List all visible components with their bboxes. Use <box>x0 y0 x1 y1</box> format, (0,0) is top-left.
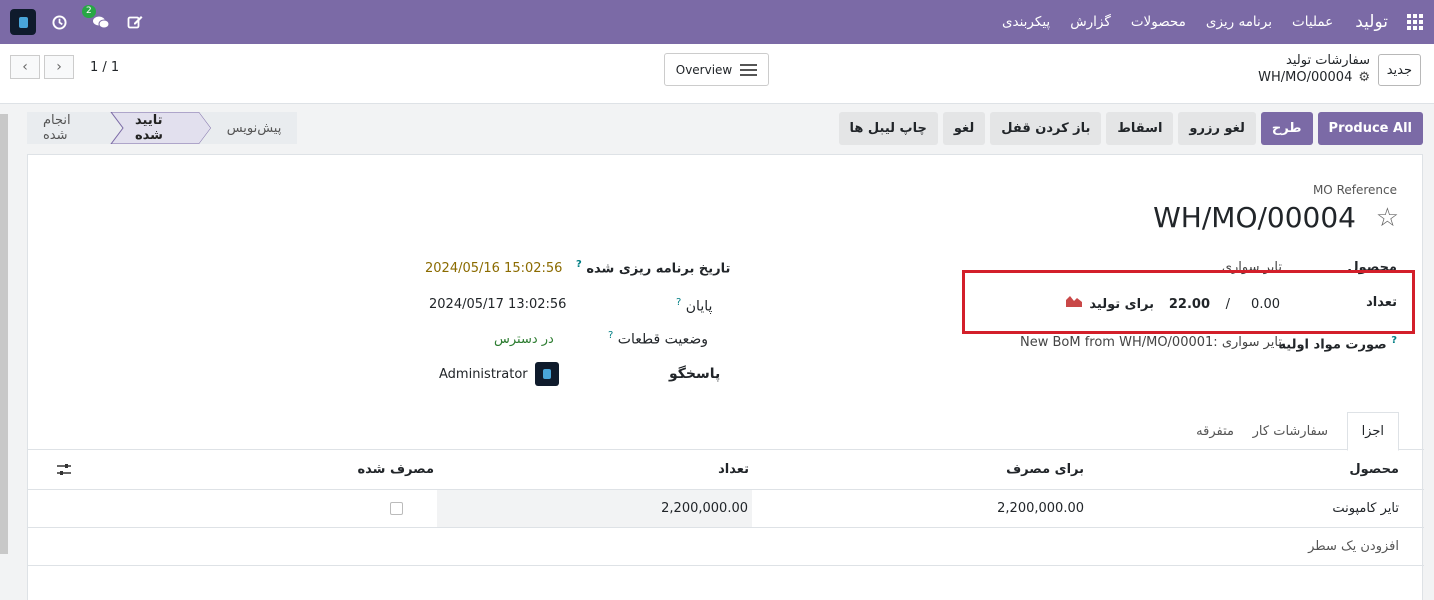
pager-previous-button[interactable]: ‹ <box>10 55 40 79</box>
notebook-tabs: اجزا سفارشات کار متفرقه <box>28 410 1424 451</box>
app-brand[interactable]: تولید <box>1343 12 1396 32</box>
components-table: محصول برای مصرف تعداد مصرف شده تایر کامپ… <box>28 450 1424 566</box>
gear-icon[interactable]: ⚙ <box>1358 70 1370 85</box>
tab-miscellaneous[interactable]: متفرقه <box>1182 412 1248 451</box>
pager-value[interactable]: 1 / 1 <box>90 60 119 75</box>
tab-components[interactable]: اجزا <box>1346 412 1399 451</box>
row-quantity[interactable]: 2,200,000.00 <box>437 490 752 527</box>
scrap-button[interactable]: اسقاط <box>1106 112 1174 145</box>
apps-menu-icon[interactable] <box>1396 0 1434 44</box>
scrollbar[interactable] <box>0 114 8 554</box>
form-sheet: MO Reference WH/MO/00004 ☆ محصول تایر سو… <box>27 154 1424 600</box>
header-to-consume[interactable]: برای مصرف <box>1006 450 1084 489</box>
row-consumed-checkbox[interactable] <box>390 490 403 527</box>
date-end-value[interactable]: 2024/05/17 13:02:56 <box>429 297 566 312</box>
action-buttons: Produce All طرح لغو رزرو اسقاط باز کردن … <box>838 112 1423 145</box>
plan-button[interactable]: طرح <box>1260 112 1313 145</box>
date-end-label: ? پایان <box>676 297 713 315</box>
responsible-field[interactable]: Administrator <box>439 362 559 386</box>
breadcrumb-current-label: WH/MO/00004 <box>1258 70 1353 85</box>
components-label: ? وضعیت قطعات <box>608 330 708 348</box>
hamburger-icon <box>740 63 758 76</box>
header-quantity[interactable]: تعداد <box>718 450 749 489</box>
activity-clock-icon[interactable] <box>48 11 70 33</box>
breadcrumb-current: WH/MO/00004 ⚙ <box>1258 70 1370 85</box>
unreserve-button[interactable]: لغو رزرو <box>1178 112 1256 145</box>
row-product[interactable]: تایر کامپونت <box>1332 490 1399 527</box>
menu-configuration[interactable]: پیکربندی <box>992 14 1060 30</box>
add-line-row: افزودن یک سطر <box>28 528 1424 566</box>
responsible-value: Administrator <box>439 366 528 382</box>
print-labels-button[interactable]: چاپ لیبل ها <box>838 112 938 145</box>
menu-operations[interactable]: عملیات <box>1282 14 1343 30</box>
pager: ‹ › 1 / 1 <box>10 55 119 79</box>
new-button[interactable]: جدید <box>1377 54 1421 86</box>
systray: 2 <box>10 0 146 44</box>
bom-value[interactable]: New BoM from WH/MO/00001: تایر سواری <box>1020 335 1282 350</box>
tab-work-orders[interactable]: سفارشات کار <box>1239 412 1342 451</box>
date-planned-label: ? تاریخ برنامه ریزی شده <box>576 259 731 277</box>
row-to-consume[interactable]: 2,200,000.00 <box>997 490 1084 527</box>
highlight-box <box>962 270 1415 334</box>
stage-done[interactable]: انجام شده <box>27 112 115 144</box>
produce-all-button[interactable]: Produce All <box>1317 112 1423 145</box>
stage-draft[interactable]: پیش‌نویس <box>211 112 297 144</box>
bom-label: صورت مواد اولیه ? <box>1278 335 1397 353</box>
table-row[interactable]: تایر کامپونت 2,200,000.00 2,200,000.00 <box>28 490 1424 528</box>
header-consumed[interactable]: مصرف شده <box>357 450 434 489</box>
chat-icon[interactable]: 2 <box>82 5 112 33</box>
responsible-label: پاسخگو <box>669 366 721 382</box>
chat-badge: 2 <box>82 5 96 18</box>
star-icon[interactable]: ☆ <box>1376 203 1399 233</box>
user-avatar[interactable] <box>10 9 36 35</box>
overview-label: Overview <box>675 62 733 77</box>
components-value: در دسترس <box>494 332 554 347</box>
row-quantity-value: 2,200,000.00 <box>661 501 748 516</box>
responsible-avatar <box>534 362 559 386</box>
top-navbar: تولید عملیات برنامه ریزی محصولات گزارش پ… <box>0 0 1434 44</box>
header-product[interactable]: محصول <box>1349 450 1399 489</box>
pager-next-button[interactable]: › <box>44 55 74 79</box>
edit-icon[interactable] <box>124 11 146 33</box>
menu-reporting[interactable]: گزارش <box>1060 14 1121 30</box>
cancel-button[interactable]: لغو <box>942 112 986 145</box>
control-panel: جدید سفارشات تولید WH/MO/00004 ⚙ Overvie… <box>0 44 1434 104</box>
main-menu: تولید عملیات برنامه ریزی محصولات گزارش پ… <box>992 0 1434 44</box>
add-line-link[interactable]: افزودن یک سطر <box>1308 528 1399 565</box>
optional-columns-icon[interactable] <box>56 450 72 489</box>
breadcrumb-parent[interactable]: سفارشات تولید <box>1258 53 1370 68</box>
mo-reference-title: WH/MO/00004 <box>1153 201 1356 234</box>
menu-products[interactable]: محصولات <box>1121 14 1196 30</box>
unlock-button[interactable]: باز کردن قفل <box>990 112 1102 145</box>
stage-confirmed[interactable]: تایید شده <box>119 112 207 144</box>
table-header: محصول برای مصرف تعداد مصرف شده <box>28 450 1424 490</box>
mo-reference-label: MO Reference <box>1312 183 1397 197</box>
menu-planning[interactable]: برنامه ریزی <box>1196 14 1282 30</box>
date-planned-value[interactable]: 2024/05/16 15:02:56 <box>425 261 562 276</box>
breadcrumb: سفارشات تولید WH/MO/00004 ⚙ <box>1258 53 1370 85</box>
overview-button[interactable]: Overview <box>664 53 769 86</box>
